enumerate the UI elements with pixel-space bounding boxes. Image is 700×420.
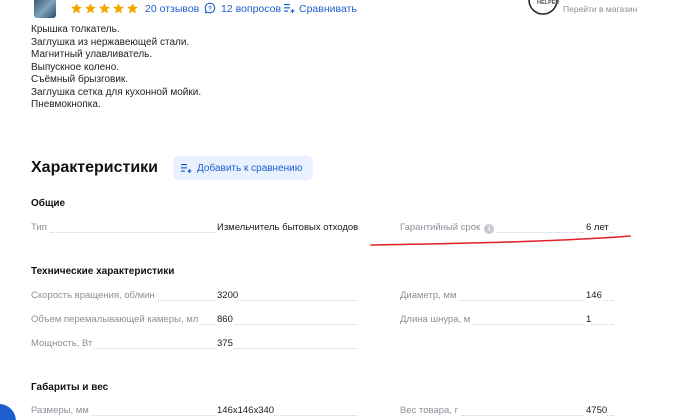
spec-value: 4750	[584, 405, 608, 416]
spec-row-weight: Вес товара, г 4750	[400, 405, 614, 419]
question-bubble-icon: ?	[204, 2, 216, 14]
rating-stars[interactable]	[70, 2, 139, 15]
add-to-compare-label: Добавить к сравнению	[197, 162, 303, 174]
list-item: Заглушка сетка для кухонной мойки.	[31, 86, 202, 98]
spec-value: Измельчитель бытовых отходов	[215, 222, 359, 233]
star-icon	[112, 2, 125, 15]
list-item: Магнитный улавливатель.	[31, 49, 153, 60]
list-item: Заглушка из нержавеющей стали.	[31, 36, 190, 48]
red-underline-annotation	[370, 235, 631, 246]
spec-label: Мощность, Вт	[31, 338, 95, 349]
list-item: Пневмокнопка.	[31, 99, 101, 110]
spec-row-diameter: Диаметр, мм 146	[400, 290, 614, 304]
questions-link[interactable]: 12 вопросов	[221, 3, 281, 15]
add-to-compare-button[interactable]: Добавить к сравнению	[173, 156, 313, 180]
group-technical-title: Технические характеристики	[31, 266, 175, 277]
spec-value: 146x146x340	[215, 405, 275, 416]
spec-row-cord: Длина шнура, м 1	[400, 314, 614, 328]
chat-fab-button[interactable]	[0, 404, 16, 420]
svg-text:?: ?	[208, 6, 212, 12]
spec-value: 375	[215, 338, 233, 349]
spec-label: Объем перемалывающей камеры, мл	[31, 314, 201, 325]
spec-value: 3200	[215, 290, 239, 301]
spec-label: Тип	[31, 222, 49, 233]
star-icon	[70, 2, 83, 15]
list-item: Выпускное колено.	[31, 61, 120, 73]
spec-label: Длина шнура, м	[400, 314, 473, 325]
spec-label: Вес товара, г	[400, 405, 461, 416]
group-general-title: Общие	[31, 198, 66, 209]
specs-title: Характеристики	[31, 159, 159, 176]
go-to-shop-link[interactable]: Перейти в магазин	[563, 4, 637, 14]
spec-value: 860	[215, 314, 233, 325]
brand-logo[interactable]: HELPER	[526, 0, 560, 16]
spec-row-type: Тип Измельчитель бытовых отходов	[31, 222, 359, 236]
compare-link[interactable]: Сравнивать	[299, 3, 357, 15]
brand-logo-text: HELPER	[537, 0, 559, 6]
star-icon	[98, 2, 111, 15]
spec-label: Диаметр, мм	[400, 290, 459, 301]
compare-list-icon	[181, 164, 192, 173]
list-item: Крышка толкатель.	[31, 24, 120, 35]
package-contents-list: Крышка толкатель. Заглушка из нержавеюще…	[31, 24, 201, 112]
spec-value: 146	[584, 290, 602, 301]
star-icon	[84, 2, 97, 15]
spec-label: Скорость вращения, об/мин	[31, 290, 157, 301]
spec-label: Размеры, мм	[31, 405, 91, 416]
spec-row-speed: Скорость вращения, об/мин 3200	[31, 290, 357, 304]
spec-row-volume: Объем перемалывающей камеры, мл 860	[31, 314, 357, 328]
product-header-bar: 20 отзывов ? 12 вопросов Сравнивать HELP…	[0, 0, 700, 20]
group-dimensions-title: Габариты и вес	[31, 382, 109, 393]
reviews-link[interactable]: 20 отзывов	[145, 3, 199, 15]
star-icon	[126, 2, 139, 15]
spec-row-size: Размеры, мм 146x146x340	[31, 405, 357, 419]
spec-value: 1	[584, 314, 592, 325]
product-thumbnail[interactable]	[34, 0, 56, 18]
compare-list-icon	[284, 4, 295, 13]
list-item: Съёмный брызговик.	[31, 74, 129, 85]
spec-row-power: Мощность, Вт 375	[31, 338, 357, 352]
